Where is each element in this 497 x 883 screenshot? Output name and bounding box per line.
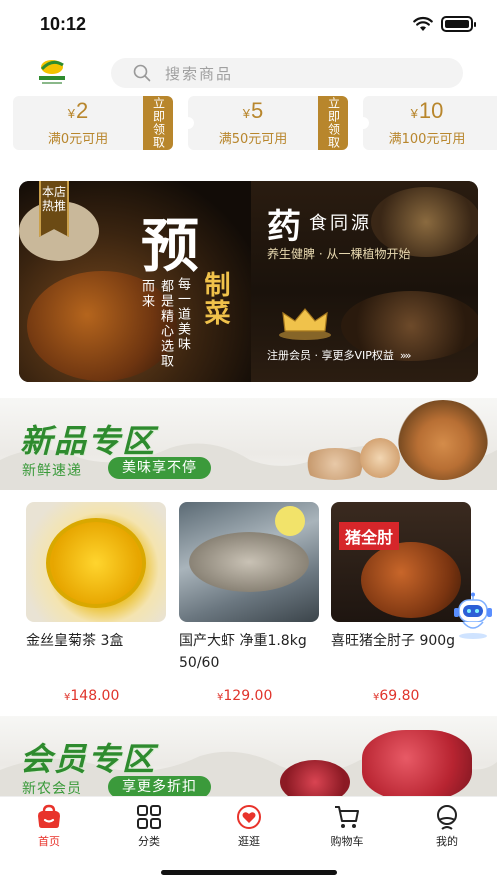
search-input[interactable]: 搜索商品 — [111, 58, 463, 88]
banner-big-char: 预 — [141, 212, 200, 280]
coupon-condition: 满0元可用 — [47, 132, 109, 147]
product-list: 金丝皇菊茶 3盒 ¥148.00 国产大虾 净重1.8kg 50/60 ¥129… — [0, 502, 497, 712]
status-icons — [413, 16, 476, 32]
new-products-banner[interactable]: 新品专区 新鲜速递 美味享不停 — [0, 398, 497, 490]
product-card[interactable]: 金丝皇菊茶 3盒 ¥148.00 — [26, 502, 166, 704]
product-price: ¥129.00 — [179, 688, 319, 704]
status-bar: 10:12 — [0, 0, 497, 48]
claim-coupon-button[interactable]: 立即领取 — [318, 96, 348, 150]
tab-profile[interactable]: 我的 — [417, 803, 477, 849]
product-image[interactable]: 猪全肘 — [331, 502, 471, 622]
banner-right-title-rest: 食同源 — [309, 213, 372, 234]
heart-chat-icon — [237, 805, 261, 829]
banner-right-subtitle: 养生健脾 · 从一棵植物开始 — [267, 247, 411, 261]
grid-icon — [137, 805, 161, 829]
product-price-value: 69.80 — [379, 688, 420, 704]
banner-right-title: 药 — [267, 207, 301, 247]
coupon-card[interactable]: ¥5 满50元可用 立即领取 — [182, 96, 348, 150]
status-time: 10:12 — [40, 14, 87, 34]
section-pill: 美味享不停 — [108, 457, 211, 479]
claim-coupon-button[interactable]: 立即领取 — [143, 96, 173, 150]
product-title: 国产大虾 净重1.8kg 50/60 — [179, 633, 307, 671]
coupon-card[interactable]: ¥10 满100元可用 — [357, 96, 497, 150]
coupon-amount: 2 — [75, 98, 89, 123]
member-banner[interactable]: 会员专区 新农会员 享更多折扣 — [0, 716, 497, 796]
product-image[interactable] — [26, 502, 166, 622]
product-title: 金丝皇菊茶 3盒 — [26, 633, 124, 649]
coupon-currency: ¥ — [242, 106, 250, 121]
search-placeholder: 搜索商品 — [165, 64, 234, 83]
banner-sub-char: 制菜 — [200, 271, 230, 327]
product-badge: 猪全肘 — [339, 522, 400, 550]
section-subtitle: 新鲜速递 — [22, 463, 82, 479]
vip-link[interactable]: 注册会员 · 享更多VIP权益 ›››› — [267, 347, 412, 363]
arrows-icon: ›››› — [399, 349, 412, 362]
search-icon — [133, 64, 151, 82]
product-price-value: 148.00 — [70, 688, 120, 704]
tab-label: 分类 — [138, 835, 160, 848]
tab-label: 首页 — [38, 835, 60, 848]
coupon-card[interactable]: ¥2 满0元可用 立即领取 — [13, 96, 173, 150]
battery-icon — [441, 16, 476, 32]
tab-label: 逛逛 — [238, 835, 260, 848]
hot-tag: 本店热推 — [39, 181, 69, 237]
product-price: ¥69.80 — [331, 688, 471, 704]
coupon-condition: 满100元可用 — [388, 132, 466, 147]
robot-assistant-icon[interactable] — [452, 592, 494, 640]
section-title: 会员专区 — [20, 740, 157, 778]
product-card[interactable]: 国产大虾 净重1.8kg 50/60 ¥129.00 — [179, 502, 319, 704]
cart-icon — [335, 806, 359, 828]
coupon-condition: 满50元可用 — [218, 132, 288, 147]
banner-vertical-text: 都是精心选取而来 — [139, 279, 173, 369]
coupon-amount: 5 — [250, 98, 264, 123]
wifi-icon — [413, 16, 433, 31]
tab-label: 购物车 — [330, 835, 364, 848]
product-price: ¥148.00 — [26, 688, 166, 704]
promo-banner[interactable]: 本店热推 预 制菜 每一道美味 都是精心选取而来 药 食同源 养生健脾 · 从一… — [19, 181, 478, 382]
product-title: 喜旺猪全肘子 900g — [331, 633, 456, 649]
vip-text: 注册会员 · 享更多VIP权益 — [267, 349, 394, 362]
tab-category[interactable]: 分类 — [119, 803, 179, 849]
profile-icon — [437, 805, 457, 830]
banner-vertical-text: 每一道美味 — [175, 277, 190, 352]
header: 搜索商品 — [0, 52, 497, 94]
tab-label: 我的 — [436, 835, 458, 848]
coupon-strip: ¥2 满0元可用 立即领取 ¥5 满50元可用 立即领取 ¥10 满100元可用 — [0, 94, 497, 152]
product-price-value: 129.00 — [223, 688, 273, 704]
section-title: 新品专区 — [20, 422, 157, 460]
product-image[interactable] — [179, 502, 319, 622]
tab-browse[interactable]: 逛逛 — [219, 803, 279, 849]
section-subtitle: 新农会员 — [22, 781, 82, 796]
store-logo[interactable] — [36, 56, 68, 86]
tab-cart[interactable]: 购物车 — [317, 803, 377, 849]
tab-home[interactable]: 首页 — [19, 803, 79, 849]
coupon-currency: ¥ — [410, 106, 418, 121]
home-icon — [38, 804, 60, 828]
coupon-amount: 10 — [418, 98, 444, 123]
product-card[interactable]: 猪全肘 喜旺猪全肘子 900g ¥69.80 — [331, 502, 471, 704]
coupon-currency: ¥ — [67, 106, 75, 121]
crown-icon — [279, 308, 331, 340]
section-pill: 享更多折扣 — [108, 776, 211, 796]
home-indicator — [161, 870, 337, 875]
